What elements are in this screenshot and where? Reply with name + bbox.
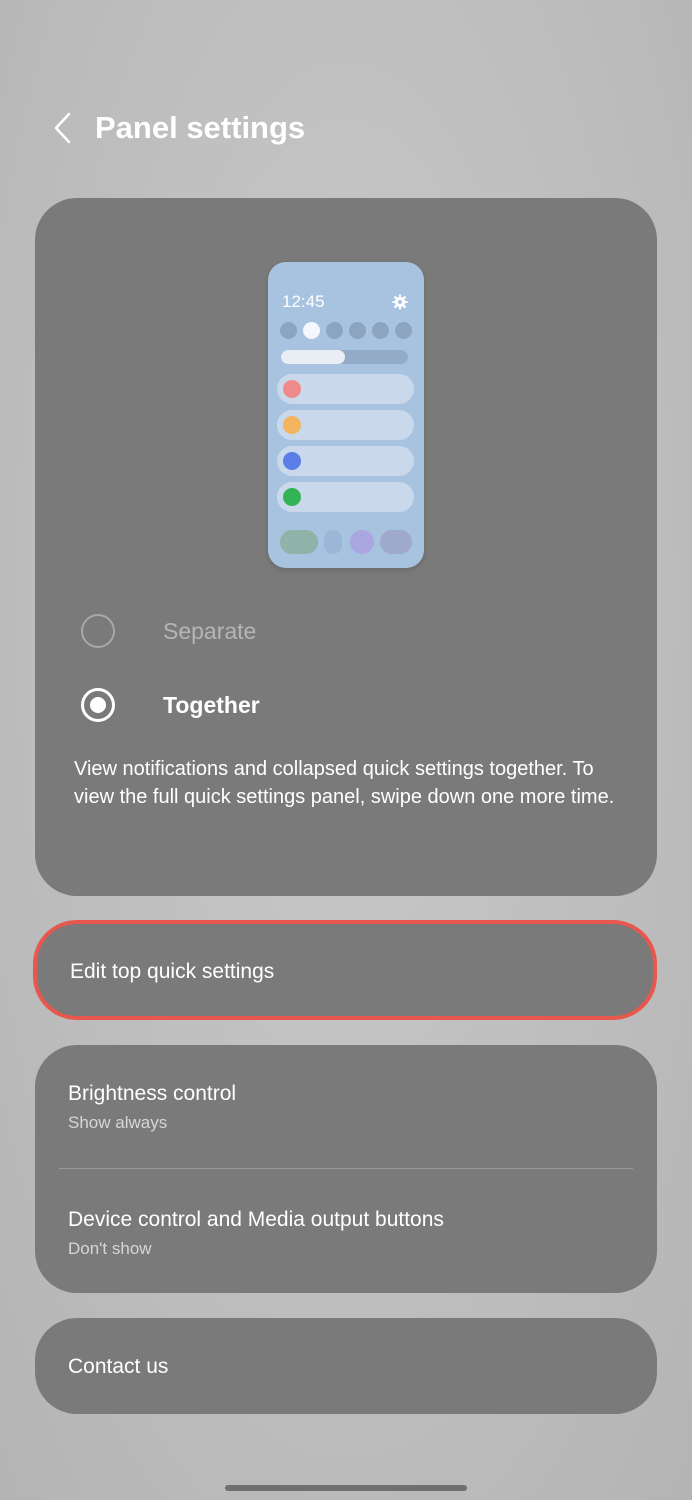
preview-bottom-apps (280, 530, 412, 554)
preview-toggle (303, 322, 320, 339)
preview-notification-dot (283, 452, 301, 470)
preview-app-blob (324, 530, 342, 554)
preview-app-blob (350, 530, 374, 554)
panel-style-card: 12:45 Separate Together View notificatio… (35, 198, 657, 896)
brightness-control-value: Show always (68, 1113, 168, 1132)
preview-app-blob (280, 530, 318, 554)
option-together[interactable]: Together (81, 680, 621, 730)
panel-preview-illustration: 12:45 (268, 262, 424, 568)
preview-notification (277, 482, 414, 512)
option-description: View notifications and collapsed quick s… (74, 758, 615, 808)
preview-toggle (349, 322, 366, 339)
contact-us-label: Contact us (68, 1355, 169, 1378)
home-indicator[interactable] (225, 1485, 467, 1491)
separate-radio[interactable] (81, 614, 115, 648)
preview-notification (277, 374, 414, 404)
together-label: Together (163, 691, 260, 718)
preview-notification (277, 410, 414, 440)
edit-top-quick-settings-label: Edit top quick settings (70, 960, 275, 983)
preview-brightness-fill (281, 350, 345, 364)
preview-notification-dot (283, 488, 301, 506)
header: Panel settings (0, 96, 692, 160)
device-control-title: Device control and Media output buttons (68, 1208, 444, 1231)
preview-toggle (372, 322, 389, 339)
brightness-control-item[interactable]: Brightness control Show always (35, 1045, 657, 1169)
back-button[interactable] (44, 108, 80, 148)
preview-toggle (395, 322, 412, 339)
gear-icon (392, 294, 408, 310)
preview-toggle (326, 322, 343, 339)
device-control-value: Don't show (68, 1239, 152, 1258)
page-title: Panel settings (95, 110, 306, 145)
preview-notification-dot (283, 416, 301, 434)
edit-top-quick-settings-button[interactable]: Edit top quick settings (33, 920, 657, 1020)
preview-quick-toggles (280, 322, 412, 342)
preview-app-blob (380, 530, 412, 554)
brightness-control-title: Brightness control (68, 1082, 237, 1105)
contact-us-button[interactable]: Contact us (35, 1318, 657, 1414)
preview-notification (277, 446, 414, 476)
separate-label: Separate (163, 617, 257, 644)
together-radio[interactable] (81, 688, 115, 722)
device-control-item[interactable]: Device control and Media output buttons … (35, 1169, 657, 1293)
option-separate[interactable]: Separate (81, 606, 621, 656)
preview-toggle (280, 322, 297, 339)
preview-notification-dot (283, 380, 301, 398)
preview-brightness-bar (281, 350, 408, 364)
quick-panel-options-card: Brightness control Show always Device co… (35, 1045, 657, 1293)
preview-time: 12:45 (282, 292, 325, 311)
chevron-left-icon (54, 112, 71, 144)
